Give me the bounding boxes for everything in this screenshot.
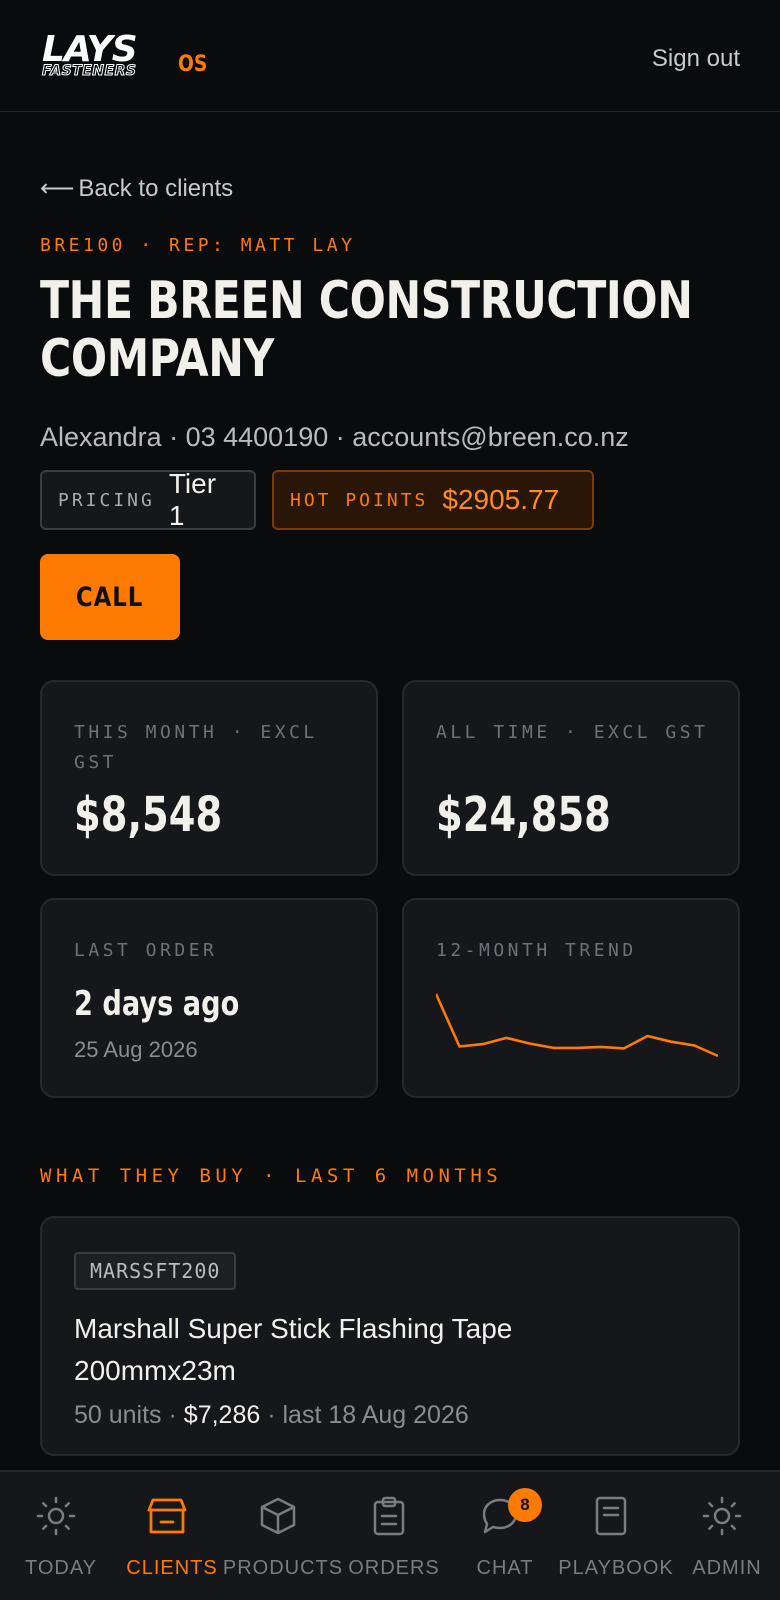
product-name: Marshall Super Stick Flashing Tape 200mm… — [74, 1313, 513, 1386]
call-button[interactable]: CALL — [40, 554, 180, 640]
what-they-buy-heading: WHAT THEY BUY · LAST 6 MONTHS — [40, 1165, 503, 1187]
trend-label: 12-MONTH TREND — [436, 940, 637, 961]
logo-subtitle: FASTENERS — [41, 63, 137, 79]
hot-points-label: HOT POINTS — [290, 489, 429, 511]
pricing-tier-badge: PRICING Tier 1 — [40, 468, 256, 531]
arrow-left-icon: ⟵ — [40, 175, 75, 202]
client-name-title: THE BREEN CONSTRUCTION COMPANY — [40, 271, 693, 389]
lays-fasteners-logo[interactable]: LAYS FASTENERS — [41, 29, 164, 80]
box-icon — [260, 1497, 296, 1535]
call-button-label: CALL — [76, 581, 144, 613]
product-units: 50 units · — [74, 1401, 177, 1429]
product-sku-tag: MARSSFT200 — [74, 1252, 237, 1290]
this-month-card: THIS MONTH · EXCL GST $8,548 — [40, 680, 378, 876]
nav-item-today[interactable]: TODAY — [0, 1472, 112, 1600]
product-card[interactable]: MARSSFT200 Marshall Super Stick Flashing… — [40, 1216, 740, 1456]
hot-points-badge: HOT POINTS $2905.77 — [272, 470, 594, 530]
this-month-value: $8,548 — [74, 787, 223, 843]
all-time-value: $24,858 — [436, 787, 611, 843]
pricing-value: Tier 1 — [168, 468, 217, 531]
trend-card: 12-MONTH TREND — [402, 898, 740, 1098]
last-order-label: LAST ORDER — [74, 940, 218, 961]
trend-sparkline — [436, 993, 718, 1058]
back-to-clients-link[interactable]: ⟵ Back to clients — [40, 174, 233, 204]
hot-points-value: $2905.77 — [442, 484, 560, 515]
nav-item-clients[interactable]: CLIENTS — [111, 1472, 223, 1600]
last-order-date: 25 Aug 2026 — [74, 1037, 198, 1062]
nav-label-admin: ADMIN — [692, 1557, 762, 1579]
nav-item-products[interactable]: PRODUCTS — [222, 1472, 342, 1600]
product-amount: $7,286 — [183, 1401, 261, 1429]
this-month-label: THIS MONTH · EXCL GST — [74, 722, 318, 773]
all-time-card: ALL TIME · EXCL GST $24,858 — [402, 680, 740, 876]
sun-icon — [702, 1496, 742, 1536]
sun-icon — [36, 1496, 76, 1536]
product-meta: 50 units · $7,286 · last 18 Aug 2026 — [74, 1400, 469, 1430]
nav-item-chat[interactable]: 8 CHAT — [444, 1472, 556, 1600]
all-time-label: ALL TIME · EXCL GST — [436, 722, 709, 743]
pricing-label: PRICING — [58, 489, 155, 511]
back-link-label: Back to clients — [78, 175, 234, 202]
clipboard-icon — [373, 1496, 405, 1536]
bottom-nav: TODAY CLIENTS PRODUCTS ORDERS 8 CHAT PLA… — [0, 1470, 780, 1600]
chat-unread-badge: 8 — [508, 1488, 542, 1522]
book-icon — [595, 1496, 627, 1536]
store-icon — [147, 1498, 187, 1534]
nav-item-playbook[interactable]: PLAYBOOK — [555, 1472, 673, 1600]
logo-wordmark: LAYS — [42, 29, 138, 70]
nav-item-orders[interactable]: ORDERS — [333, 1472, 445, 1600]
nav-item-admin[interactable]: ADMIN — [666, 1472, 778, 1600]
client-code-rep: BRE100 · REP: MATT LAY — [40, 235, 356, 256]
last-order-value: 2 days ago — [74, 984, 240, 1024]
client-contact-line: Alexandra · 03 4400190 · accounts@breen.… — [40, 422, 629, 452]
logo-os-suffix: OS — [178, 52, 208, 77]
app-header: LAYS FASTENERS OS Sign out — [0, 0, 780, 112]
last-order-card: LAST ORDER 2 days ago 25 Aug 2026 — [40, 898, 378, 1098]
trend-line — [436, 993, 718, 1058]
sign-out-link[interactable]: Sign out — [652, 44, 740, 74]
product-last-date: · last 18 Aug 2026 — [267, 1401, 469, 1429]
